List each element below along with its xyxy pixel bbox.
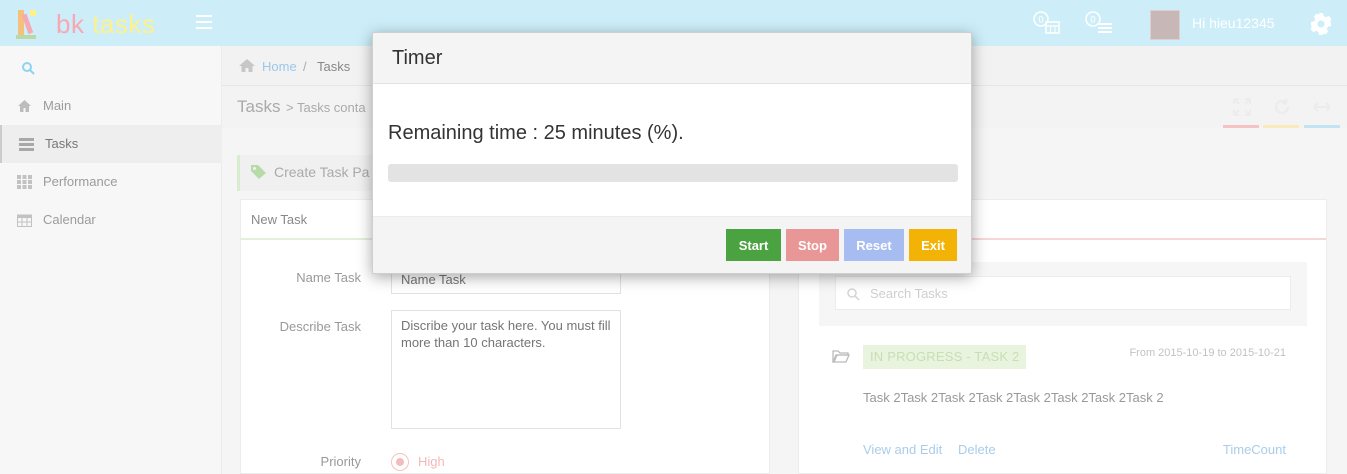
modal-header: Timer: [373, 33, 971, 84]
exit-button[interactable]: Exit: [909, 229, 957, 261]
timer-modal: Timer Remaining time : 25 minutes (%). S…: [372, 32, 972, 274]
modal-title: Timer: [392, 47, 443, 69]
remaining-time-text: Remaining time : 25 minutes (%).: [388, 122, 684, 144]
timer-progress-bar: [388, 164, 958, 182]
start-button[interactable]: Start: [726, 229, 781, 261]
stop-button[interactable]: Stop: [786, 229, 839, 261]
reset-button[interactable]: Reset: [844, 229, 904, 261]
modal-footer: Start Stop Reset Exit: [373, 216, 971, 273]
